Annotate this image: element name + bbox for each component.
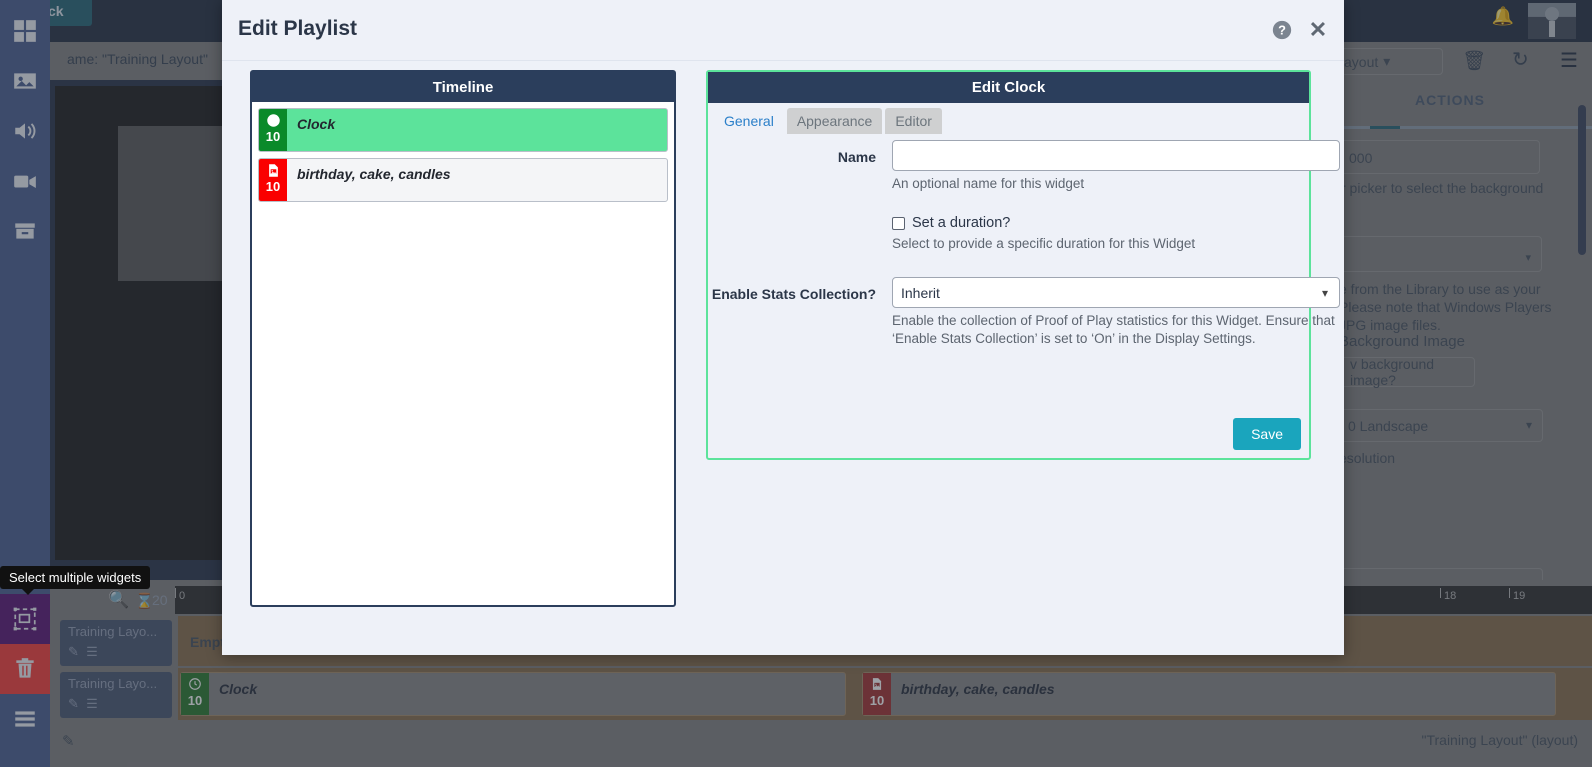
tab-general[interactable]: General <box>714 108 784 134</box>
item-duration: 10 <box>265 129 281 144</box>
image-file-icon-badge: 10 <box>259 159 287 201</box>
stats-help-text: Enable the collection of Proof of Play s… <box>892 313 1335 346</box>
stats-select[interactable]: Inherit <box>892 277 1340 308</box>
duration-checkbox-row: Set a duration? Select to provide a spec… <box>708 215 1309 253</box>
list-item[interactable]: 10 birthday, cake, candles <box>258 158 668 202</box>
edit-panel-title: Edit Clock <box>971 79 1046 96</box>
stats-label: Enable Stats Collection? <box>711 286 876 302</box>
svg-text:?: ? <box>1278 23 1286 38</box>
edit-panel-tabs: General Appearance Editor <box>714 108 942 134</box>
name-label: Name <box>837 149 876 165</box>
question-circle-icon: ? <box>1272 20 1292 40</box>
save-button[interactable]: Save <box>1233 418 1301 450</box>
page-title: Edit Playlist <box>238 17 358 40</box>
item-label: birthday, cake, candles <box>297 166 451 182</box>
item-label: Clock <box>297 116 336 132</box>
clock-icon <box>266 114 280 127</box>
set-duration-toggle[interactable]: Set a duration? <box>892 215 1292 231</box>
edit-widget-panel: Edit Clock General Appearance Editor Nam… <box>706 70 1340 460</box>
help-button[interactable]: ? <box>1270 18 1294 42</box>
header-divider <box>222 60 1344 61</box>
playlist-timeline-panel: Timeline 10 Clock 10 birthday, cake, can… <box>250 70 676 607</box>
timeline-panel-title: Timeline <box>432 78 494 96</box>
name-field-row: Name An optional name for this widget <box>708 140 1340 193</box>
image-file-icon <box>268 164 278 177</box>
item-duration: 10 <box>265 179 281 194</box>
tab-appearance[interactable]: Appearance <box>786 108 883 134</box>
set-duration-checkbox[interactable] <box>892 216 905 230</box>
list-item[interactable]: 10 Clock <box>258 108 668 152</box>
name-input[interactable] <box>892 140 1340 171</box>
close-button[interactable]: ✕ <box>1306 17 1330 42</box>
name-help-text: An optional name for this widget <box>892 176 1085 191</box>
timeline-item-list: 10 Clock 10 birthday, cake, candles <box>252 102 674 214</box>
edit-panel-body: Name An optional name for this widget Se… <box>708 140 1340 352</box>
close-icon: ✕ <box>1308 17 1328 42</box>
tab-editor[interactable]: Editor <box>885 108 942 134</box>
timeline-panel-header: Timeline <box>252 72 674 102</box>
clock-icon-badge: 10 <box>259 109 287 151</box>
stats-field-row: Enable Stats Collection? Inherit ▾ Enabl… <box>708 277 1340 348</box>
edit-panel-header: Edit Clock <box>708 72 1309 103</box>
modal-header: Edit Playlist ? ✕ <box>222 0 1344 60</box>
set-duration-label: Set a duration? <box>912 215 1011 231</box>
tooltip: Select multiple widgets <box>0 566 151 595</box>
edit-playlist-modal: Edit Playlist ? ✕ Timeline 10 Clock 10 b… <box>222 0 1344 655</box>
duration-help-text: Select to provide a specific duration fo… <box>892 236 1196 251</box>
